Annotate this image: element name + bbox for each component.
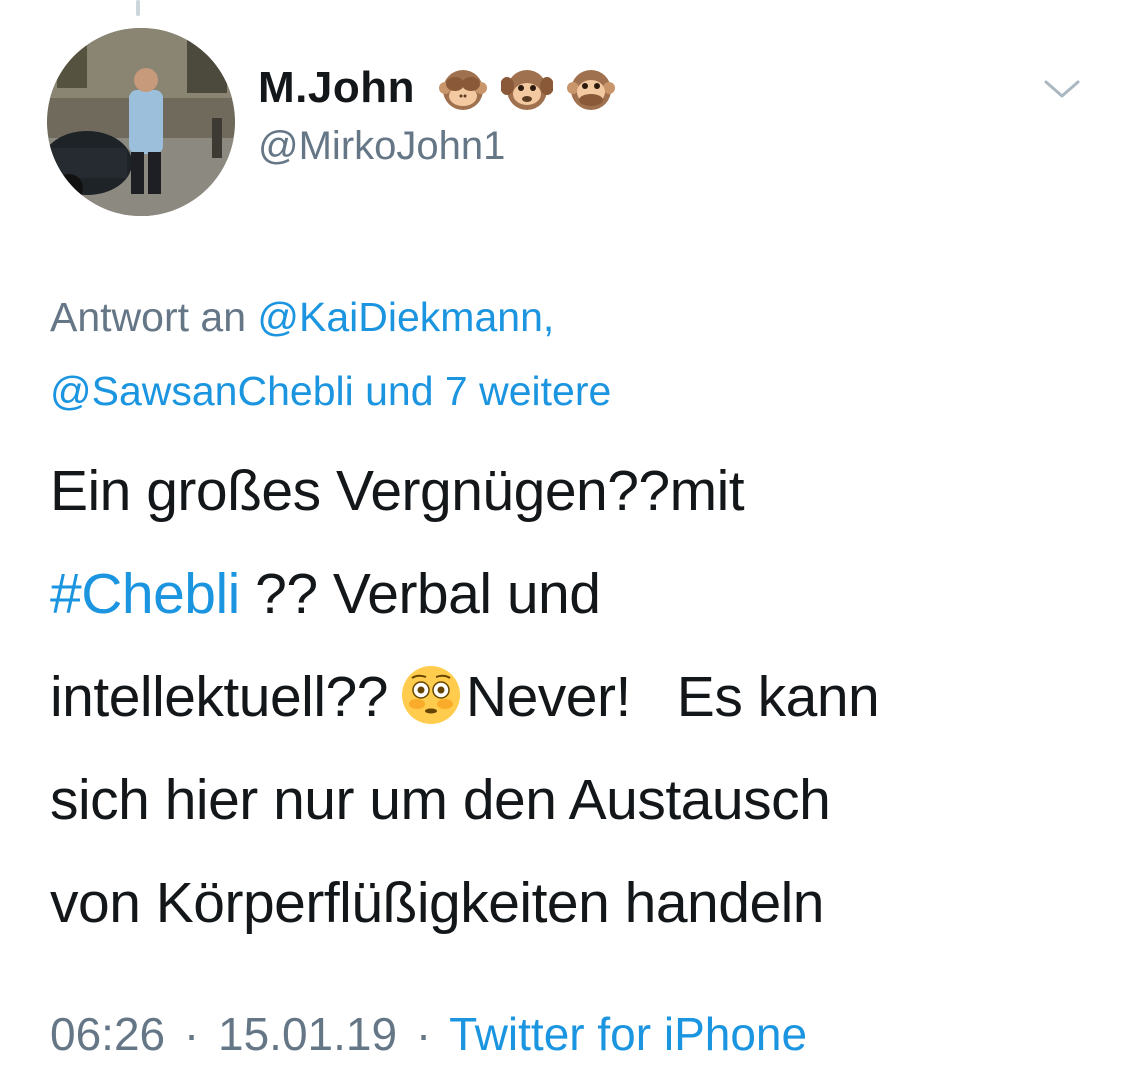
hashtag-link[interactable]: #Chebli bbox=[50, 562, 240, 626]
avatar-photo bbox=[47, 28, 235, 216]
mention-link[interactable]: @SawsanChebli bbox=[50, 368, 354, 414]
tweet-time[interactable]: 06:26 bbox=[50, 1008, 165, 1060]
tweet-text-line: intellektuell?? Never! Es kann bbox=[50, 646, 1110, 749]
see-no-evil-monkey-icon bbox=[437, 62, 489, 114]
tweet-text-line: Ein großes Vergnügen??mit bbox=[50, 459, 745, 523]
tweet-text: Ein großes Vergnügen??mit #Chebli ?? Ver… bbox=[50, 440, 1110, 955]
tweet-text-line: sich hier nur um den Austausch bbox=[50, 768, 831, 832]
tweet-text-line: #Chebli ?? Verbal und bbox=[50, 543, 1110, 646]
reply-prefix: Antwort an bbox=[50, 294, 246, 340]
author-name-row: M.John bbox=[258, 58, 617, 118]
chevron-down-icon[interactable] bbox=[1040, 72, 1084, 106]
tweet-date[interactable]: 15.01.19 bbox=[218, 1008, 397, 1060]
tweet-text-segment: Never! Es kann bbox=[465, 665, 880, 729]
meta-separator: · bbox=[183, 1008, 200, 1060]
tweet-text-segment: intellektuell?? bbox=[50, 665, 388, 729]
tweet-text-line: von Körperflüßigkeiten handeln bbox=[50, 871, 825, 935]
speak-no-evil-monkey-icon bbox=[565, 62, 617, 114]
mention-link[interactable]: @KaiDiekmann, bbox=[257, 294, 554, 340]
tweet-source-link[interactable]: Twitter for iPhone bbox=[449, 1008, 807, 1060]
avatar[interactable] bbox=[47, 28, 235, 216]
meta-separator: · bbox=[415, 1008, 432, 1060]
tweet-metadata: 06:26 · 15.01.19 · Twitter for iPhone bbox=[50, 1007, 807, 1061]
author-handle[interactable]: @MirkoJohn1 bbox=[258, 124, 505, 169]
thread-connector-line bbox=[136, 0, 140, 16]
reply-context: Antwort an @KaiDiekmann, @SawsanChebli u… bbox=[50, 280, 1070, 428]
tweet-text-segment: ?? Verbal und bbox=[239, 562, 601, 626]
flushed-face-icon bbox=[400, 656, 462, 724]
see-no-evil-monkey-icon bbox=[499, 62, 554, 114]
author-display-name[interactable]: M.John bbox=[258, 63, 415, 113]
more-recipients-link[interactable]: und 7 weitere bbox=[365, 368, 611, 414]
